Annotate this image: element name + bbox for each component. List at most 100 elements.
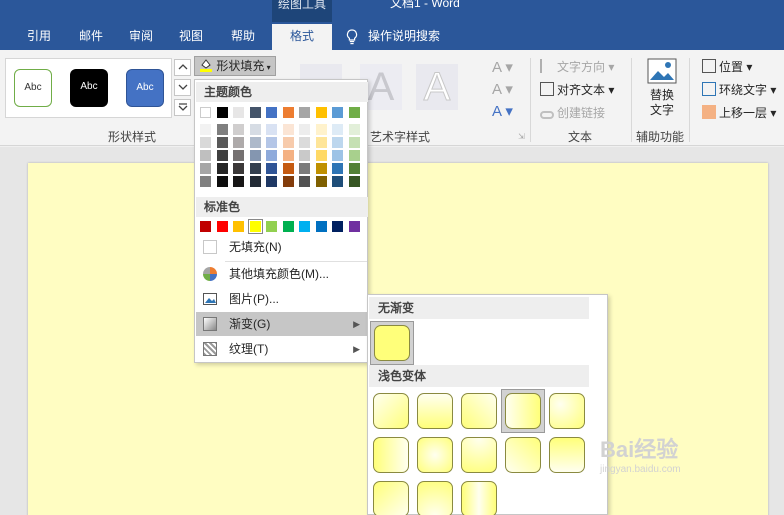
tab-view[interactable]: 视图 xyxy=(166,24,216,50)
gradient-variation-swatch[interactable] xyxy=(549,393,585,429)
wordart-style-swatch[interactable]: A xyxy=(416,64,458,110)
standard-color-cell[interactable] xyxy=(216,221,228,232)
theme-color-cell[interactable] xyxy=(282,124,294,135)
text-effects-button[interactable]: A ▾ xyxy=(492,102,513,120)
theme-color-cell[interactable] xyxy=(266,176,277,187)
gradient-variation-swatch[interactable] xyxy=(505,393,541,429)
gradient-variation-swatch[interactable] xyxy=(373,481,409,515)
theme-color-cell[interactable] xyxy=(299,176,310,187)
standard-color-cell[interactable] xyxy=(282,221,294,232)
create-link-button[interactable]: 创建链接 xyxy=(540,104,605,121)
bring-forward-button[interactable]: 上移一层 ▾ xyxy=(702,104,776,121)
gradient-variation-swatch[interactable] xyxy=(461,437,497,473)
standard-color-cell[interactable] xyxy=(315,221,327,232)
standard-color-cell[interactable] xyxy=(266,221,277,232)
theme-color-cell[interactable] xyxy=(233,150,244,161)
theme-color-cell[interactable] xyxy=(200,124,211,135)
shape-style-swatch[interactable]: Abc xyxy=(126,69,164,107)
theme-color-cell[interactable] xyxy=(249,137,261,148)
tab-mailings[interactable]: 邮件 xyxy=(66,24,116,50)
tell-me-search[interactable]: 操作说明搜索 xyxy=(346,27,440,47)
position-button[interactable]: 位置 ▾ xyxy=(702,58,752,75)
theme-color-cell[interactable] xyxy=(299,137,310,148)
standard-color-cell[interactable] xyxy=(299,221,310,232)
theme-color-cell[interactable] xyxy=(216,163,228,174)
theme-color-cell[interactable] xyxy=(315,124,327,135)
theme-color-cell[interactable] xyxy=(249,163,261,174)
gradient-fill-item[interactable]: 渐变(G) ▶ xyxy=(196,312,368,336)
shape-style-swatch[interactable]: Abc xyxy=(14,69,52,107)
theme-color-cell[interactable] xyxy=(233,107,244,118)
theme-color-cell[interactable] xyxy=(216,107,228,118)
theme-color-cell[interactable] xyxy=(315,107,327,118)
theme-color-cell[interactable] xyxy=(332,107,343,118)
gallery-scroll-up-button[interactable] xyxy=(174,59,191,76)
text-outline-button[interactable]: A ▾ xyxy=(492,80,513,98)
theme-color-cell[interactable] xyxy=(216,137,228,148)
theme-color-cell[interactable] xyxy=(249,150,261,161)
theme-color-cell[interactable] xyxy=(216,150,228,161)
theme-color-cell[interactable] xyxy=(282,107,294,118)
theme-color-cell[interactable] xyxy=(299,163,310,174)
theme-color-cell[interactable] xyxy=(200,163,211,174)
gradient-variation-swatch[interactable] xyxy=(417,481,453,515)
theme-color-cell[interactable] xyxy=(348,176,360,187)
texture-fill-item[interactable]: 纹理(T) ▶ xyxy=(196,337,368,361)
shape-fill-button[interactable]: 形状填充 ▾ xyxy=(194,56,276,76)
theme-color-cell[interactable] xyxy=(348,150,360,161)
tab-format[interactable]: 格式 xyxy=(272,24,332,50)
theme-color-cell[interactable] xyxy=(200,176,211,187)
gradient-variation-swatch[interactable] xyxy=(373,437,409,473)
theme-color-cell[interactable] xyxy=(282,176,294,187)
gradient-variation-swatch[interactable] xyxy=(417,393,453,429)
theme-color-cell[interactable] xyxy=(332,150,343,161)
tab-review[interactable]: 审阅 xyxy=(116,24,166,50)
theme-color-cell[interactable] xyxy=(200,137,211,148)
picture-fill-item[interactable]: 图片(P)... xyxy=(196,287,368,311)
standard-color-cell[interactable] xyxy=(247,219,263,234)
gradient-variation-swatch[interactable] xyxy=(505,437,541,473)
theme-color-cell[interactable] xyxy=(200,107,211,118)
more-fill-colors-item[interactable]: 其他填充颜色(M)... xyxy=(196,262,368,286)
theme-color-cell[interactable] xyxy=(348,107,360,118)
theme-color-cell[interactable] xyxy=(332,124,343,135)
gallery-scroll-down-button[interactable] xyxy=(174,79,191,96)
theme-color-cell[interactable] xyxy=(249,176,261,187)
no-gradient-swatch[interactable] xyxy=(374,325,410,361)
text-fill-button[interactable]: A ▾ xyxy=(492,58,513,76)
theme-color-cell[interactable] xyxy=(266,124,277,135)
theme-color-cell[interactable] xyxy=(216,124,228,135)
theme-color-cell[interactable] xyxy=(216,176,228,187)
tab-help[interactable]: 帮助 xyxy=(218,24,268,50)
align-text-button[interactable]: 对齐文本 ▾ xyxy=(540,81,614,98)
theme-color-cell[interactable] xyxy=(332,176,343,187)
theme-color-cell[interactable] xyxy=(266,137,277,148)
theme-color-cell[interactable] xyxy=(315,150,327,161)
theme-color-cell[interactable] xyxy=(332,163,343,174)
theme-color-cell[interactable] xyxy=(233,124,244,135)
theme-color-cell[interactable] xyxy=(266,150,277,161)
theme-color-cell[interactable] xyxy=(249,124,261,135)
theme-color-cell[interactable] xyxy=(348,163,360,174)
theme-color-cell[interactable] xyxy=(200,150,211,161)
theme-color-cell[interactable] xyxy=(233,176,244,187)
theme-color-cell[interactable] xyxy=(233,137,244,148)
theme-color-cell[interactable] xyxy=(315,137,327,148)
gradient-variation-swatch[interactable] xyxy=(461,481,497,515)
theme-color-cell[interactable] xyxy=(332,137,343,148)
theme-color-cell[interactable] xyxy=(299,107,310,118)
standard-color-cell[interactable] xyxy=(233,221,244,232)
dialog-launcher-icon[interactable]: ⇲ xyxy=(518,132,525,141)
theme-color-cell[interactable] xyxy=(282,150,294,161)
theme-color-cell[interactable] xyxy=(282,163,294,174)
theme-color-cell[interactable] xyxy=(249,107,261,118)
gradient-variation-swatch[interactable] xyxy=(417,437,453,473)
theme-color-cell[interactable] xyxy=(315,163,327,174)
theme-color-cell[interactable] xyxy=(315,176,327,187)
theme-color-cell[interactable] xyxy=(299,124,310,135)
theme-color-cell[interactable] xyxy=(299,150,310,161)
no-fill-item[interactable]: 无填充(N) xyxy=(196,235,368,259)
theme-color-cell[interactable] xyxy=(266,107,277,118)
tab-references[interactable]: 引用 xyxy=(14,24,64,50)
theme-color-cell[interactable] xyxy=(348,137,360,148)
